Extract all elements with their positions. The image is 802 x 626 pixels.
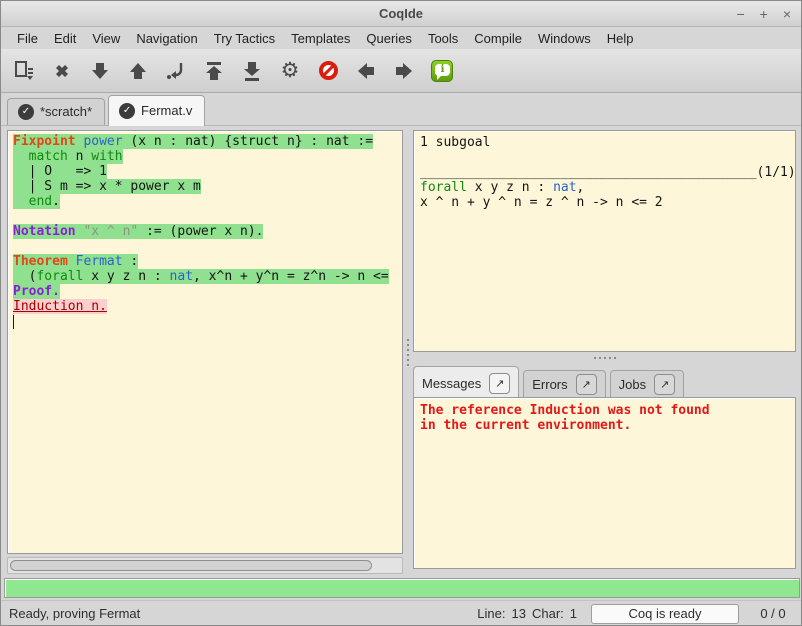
coq-status-indicator: Coq is ready [591, 604, 739, 624]
code-line[interactable]: match n with [13, 149, 402, 164]
previous-icon[interactable] [353, 58, 379, 84]
progress-bar [4, 578, 800, 598]
goto-cursor-icon[interactable] [163, 58, 189, 84]
go-to-end-icon[interactable] [239, 58, 265, 84]
next-icon[interactable] [391, 58, 417, 84]
buffer-tabstrip: ✓ *scratch* ✓ Fermat.v [1, 93, 801, 126]
char-value: 1 [570, 606, 577, 621]
menu-item-file[interactable]: File [9, 29, 46, 48]
goal-counter: (1/1) [757, 165, 796, 180]
menu-item-help[interactable]: Help [599, 29, 642, 48]
messages-pane[interactable]: The reference Induction was not foundin … [413, 397, 796, 569]
fully-check-icon[interactable]: ⚙ [277, 58, 303, 84]
checkmark-icon: ✓ [119, 103, 135, 119]
tab-jobs[interactable]: Jobs ↗ [610, 370, 684, 398]
tab-errors[interactable]: Errors ↗ [523, 370, 605, 398]
menu-item-queries[interactable]: Queries [358, 29, 420, 48]
save-icon[interactable] [11, 58, 37, 84]
about-icon[interactable]: i [429, 58, 455, 84]
status-message: Ready, proving Fermat [9, 606, 477, 621]
code-line[interactable]: The reference Induction was not found [420, 403, 795, 418]
vertical-splitter-handle[interactable] [404, 130, 412, 574]
menu-item-tools[interactable]: Tools [420, 29, 466, 48]
goal-separator: ________________________________________… [420, 165, 795, 180]
toolbar: ⚙i [1, 49, 801, 93]
tab-label: Fermat.v [141, 103, 192, 118]
code-line[interactable]: x ^ n + y ^ n = z ^ n -> n <= 2 [420, 195, 795, 210]
tab-label: Jobs [619, 377, 646, 392]
code-line[interactable]: | O => 1 [13, 164, 402, 179]
horizontal-scrollbar[interactable] [7, 557, 403, 574]
menu-item-try-tactics[interactable]: Try Tactics [206, 29, 283, 48]
code-line[interactable] [13, 239, 402, 254]
status-right: Line: 13 Char: 1 Coq is ready 0 / 0 [477, 604, 793, 624]
char-label: Char: [532, 606, 564, 621]
backward-icon[interactable] [125, 58, 151, 84]
code-line[interactable]: | S m => x * power x m [13, 179, 402, 194]
text-cursor [13, 315, 14, 329]
forward-icon[interactable] [87, 58, 113, 84]
code-line[interactable] [13, 314, 402, 329]
close-icon[interactable] [49, 58, 75, 84]
code-line[interactable]: Notation "x ^ n" := (power x n). [13, 224, 402, 239]
detach-icon[interactable]: ↗ [576, 374, 597, 395]
goal-statement: forall x y z n : nat,x ^ n + y ^ n = z ^… [420, 180, 795, 210]
detach-icon[interactable]: ↗ [489, 373, 510, 394]
tab-label: Messages [422, 376, 481, 391]
menu-item-windows[interactable]: Windows [530, 29, 599, 48]
close-icon[interactable]: × [783, 7, 791, 21]
menu-item-navigation[interactable]: Navigation [128, 29, 205, 48]
tab-label: *scratch* [40, 104, 92, 119]
goals-pane[interactable]: 1 subgoal ______________________________… [413, 130, 796, 352]
tab-messages[interactable]: Messages ↗ [413, 366, 519, 399]
tab-label: Errors [532, 377, 567, 392]
titlebar[interactable]: CoqIde − + × [1, 1, 801, 27]
coqide-window: CoqIde − + × FileEditViewNavigationTry T… [0, 0, 802, 626]
menu-item-edit[interactable]: Edit [46, 29, 84, 48]
line-value: 13 [512, 606, 526, 621]
code-line[interactable] [13, 209, 402, 224]
code-line[interactable]: Induction n. [13, 299, 402, 314]
checkmark-icon: ✓ [18, 104, 34, 120]
maximize-icon[interactable]: + [760, 7, 768, 21]
scrollbar-thumb[interactable] [10, 560, 372, 571]
menu-item-templates[interactable]: Templates [283, 29, 358, 48]
window-controls: − + × [736, 1, 791, 27]
line-label: Line: [477, 606, 505, 621]
menu-item-compile[interactable]: Compile [466, 29, 530, 48]
window-title: CoqIde [379, 6, 423, 21]
messages-tabstrip: Messages ↗ Errors ↗ Jobs ↗ [413, 364, 796, 398]
worker-counter: 0 / 0 [753, 606, 793, 621]
code-line[interactable]: forall x y z n : nat, [420, 180, 795, 195]
status-bar: Ready, proving Fermat Line: 13 Char: 1 C… [1, 600, 801, 626]
subgoal-count: 1 subgoal [420, 135, 795, 150]
horizontal-splitter-handle[interactable] [413, 353, 796, 363]
tab-fermat-v[interactable]: ✓ Fermat.v [108, 95, 205, 126]
menu-item-view[interactable]: View [84, 29, 128, 48]
code-line[interactable]: (forall x y z n : nat, x^n + y^n = z^n -… [13, 269, 402, 284]
code-line[interactable]: Theorem Fermat : [13, 254, 402, 269]
minimize-icon[interactable]: − [736, 7, 744, 21]
interrupt-icon[interactable] [315, 58, 341, 84]
code-line[interactable]: Proof. [13, 284, 402, 299]
messages-content: The reference Induction was not foundin … [414, 398, 795, 433]
menu-bar: FileEditViewNavigationTry TacticsTemplat… [1, 28, 801, 49]
restart-icon[interactable] [201, 58, 227, 84]
code-line[interactable]: end. [13, 194, 402, 209]
code-line[interactable]: in the current environment. [420, 418, 795, 433]
code-line[interactable]: Fixpoint power (x n : nat) {struct n} : … [13, 134, 402, 149]
detach-icon[interactable]: ↗ [654, 374, 675, 395]
script-editor-pane[interactable]: Fixpoint power (x n : nat) {struct n} : … [7, 130, 403, 554]
script-editor[interactable]: Fixpoint power (x n : nat) {struct n} : … [8, 131, 402, 329]
tab-scratch[interactable]: ✓ *scratch* [7, 98, 105, 125]
